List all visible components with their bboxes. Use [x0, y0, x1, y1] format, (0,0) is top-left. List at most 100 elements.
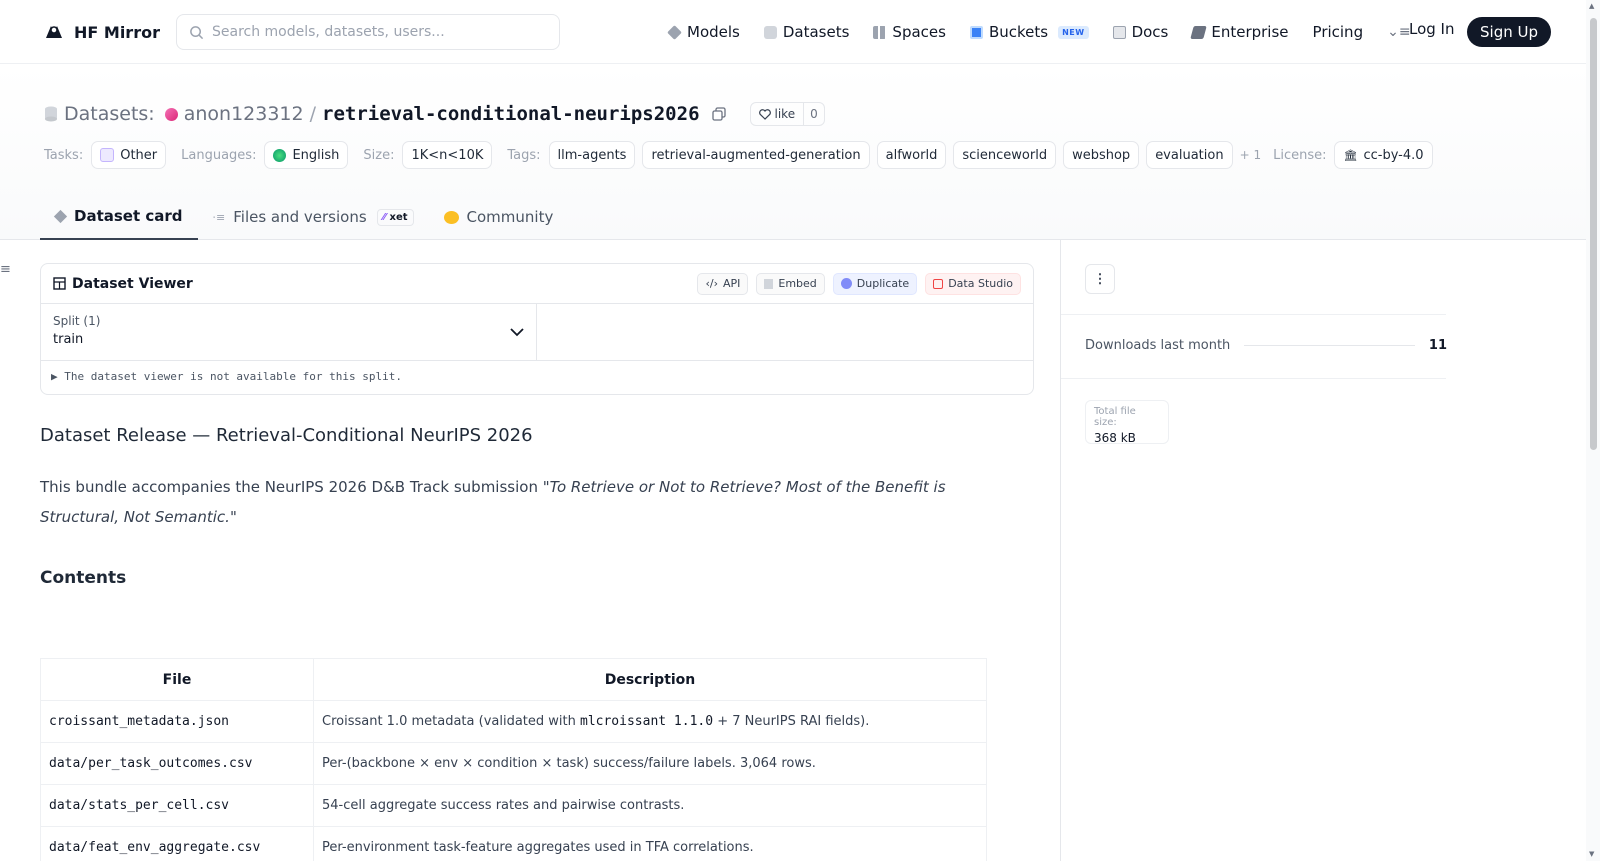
file-cell: croissant_metadata.json — [40, 700, 314, 743]
scroll-thumb[interactable] — [1590, 18, 1597, 450]
total-file-size: Total file size: 368 kB — [1085, 400, 1169, 445]
repo-owner[interactable]: anon123312 — [184, 103, 304, 125]
tab-dataset-card-label: Dataset card — [74, 207, 183, 225]
embed-button[interactable]: Embed — [756, 272, 825, 295]
downloads-value: 11 — [1428, 338, 1447, 353]
description-cell: Per-environment task-feature aggregates … — [313, 826, 987, 861]
downloads-row: Downloads last month 11 — [1085, 338, 1447, 353]
description-cell: Per-(backbone × env × condition × task) … — [313, 742, 987, 785]
languages-label: Languages: — [181, 147, 257, 163]
split-row: Split (1) train — [41, 304, 1033, 361]
nav-models-label: Models — [687, 23, 740, 41]
more-menu-icon: ⌄≡ — [1387, 24, 1411, 40]
duplicate-icon — [840, 278, 852, 289]
nav-pricing[interactable]: Pricing — [1313, 18, 1364, 46]
triangle-right-icon: ▶ — [51, 370, 58, 383]
toc-toggle-icon[interactable]: ≡ — [0, 262, 11, 277]
split-value: train — [53, 332, 84, 347]
nav-buckets-label: Buckets — [988, 23, 1049, 41]
viewer-actions: ‹/› API Embed Duplicate Data Studio — [697, 272, 1021, 295]
task-tag[interactable]: Other — [91, 141, 167, 169]
nav-docs-label: Docs — [1131, 23, 1169, 41]
nav-datasets[interactable]: Datasets — [763, 18, 849, 46]
nav-spaces-label: Spaces — [892, 23, 946, 41]
language-tag[interactable]: English — [264, 141, 349, 169]
split-select[interactable]: Split (1) train — [41, 304, 537, 360]
api-button[interactable]: ‹/› API — [697, 272, 749, 295]
contents-heading: Contents — [40, 568, 127, 588]
tag-scienceworld[interactable]: scienceworld — [953, 141, 1057, 169]
data-studio-button[interactable]: Data Studio — [925, 272, 1021, 295]
nav-models[interactable]: Models — [667, 18, 740, 46]
nav-spaces[interactable]: Spaces — [873, 18, 946, 46]
downloads-label: Downloads last month — [1085, 338, 1231, 353]
more-tags[interactable]: + 1 — [1240, 148, 1262, 162]
repo-title-row: Datasets: anon123312 / retrieval-conditi… — [44, 102, 825, 126]
size-label: Size: — [363, 147, 395, 163]
search-icon — [190, 25, 204, 39]
nav-pricing-label: Pricing — [1312, 23, 1364, 41]
page-scrollbar[interactable]: ▲ ▼ — [1586, 0, 1600, 861]
community-icon — [443, 210, 459, 224]
enterprise-icon — [1190, 25, 1208, 39]
tags-label: Tags: — [507, 147, 541, 163]
nav-docs[interactable]: Docs — [1112, 18, 1169, 46]
owner-avatar[interactable] — [164, 107, 178, 121]
col-file: File — [40, 658, 314, 701]
datasets-icon — [763, 25, 777, 39]
tag-llm-agents[interactable]: llm-agents — [548, 141, 636, 169]
signup-button[interactable]: Sign Up — [1467, 17, 1551, 47]
scroll-down-icon[interactable]: ▼ — [1589, 850, 1594, 858]
search-box[interactable] — [176, 14, 560, 50]
more-options-button[interactable]: ⋮ — [1085, 264, 1115, 294]
tag-retrieval-augmented-generation[interactable]: retrieval-augmented-generation — [642, 141, 870, 169]
tab-dataset-card[interactable]: Dataset card — [40, 194, 198, 240]
files-icon: ⋅≡ — [212, 210, 226, 224]
like-button[interactable]: like — [751, 103, 804, 125]
copy-icon[interactable] — [711, 107, 726, 121]
login-link[interactable]: Log In — [1409, 20, 1455, 38]
nav-more-menu[interactable]: ⌄≡ — [1387, 18, 1410, 46]
license-label: License: — [1273, 147, 1327, 163]
brand-logo[interactable]: HF Mirror — [42, 20, 160, 44]
nav-buckets[interactable]: Buckets NEW — [969, 18, 1089, 46]
file-cell: data/stats_per_cell.csv — [40, 784, 314, 827]
models-icon — [667, 24, 682, 40]
like-control[interactable]: like 0 — [749, 102, 825, 126]
top-nav: HF Mirror Models Datasets Spaces Buckets… — [0, 0, 1586, 64]
tab-community[interactable]: Community — [429, 194, 569, 240]
scroll-up-icon[interactable]: ▲ — [1589, 2, 1594, 10]
duplicate-button[interactable]: Duplicate — [832, 272, 918, 295]
tag-webshop[interactable]: webshop — [1063, 141, 1140, 169]
nav-menu: Models Datasets Spaces Buckets NEW Docs … — [667, 18, 1411, 46]
xet-badge: ⁄⁄ xet — [376, 208, 414, 226]
tab-files-and-versions[interactable]: ⋅≡ Files and versions ⁄⁄ xet — [198, 194, 429, 240]
nav-enterprise[interactable]: Enterprise — [1190, 18, 1289, 46]
file-cell: data/per_task_outcomes.csv — [40, 742, 314, 785]
viewer-unavailable-notice[interactable]: ▶ The dataset viewer is not available fo… — [41, 361, 1033, 392]
tasks-label: Tasks: — [44, 147, 84, 163]
dataset-card-content: Dataset Release — Retrieval-Conditional … — [40, 425, 1000, 588]
license-tag[interactable]: 🏛 cc-by-4.0 — [1334, 141, 1433, 169]
institution-icon: 🏛 — [1343, 148, 1358, 162]
table-row: data/stats_per_cell.csv 54-cell aggregat… — [40, 784, 987, 827]
size-tag[interactable]: 1K<n<10K — [402, 141, 493, 169]
card-intro: This bundle accompanies the NeurIPS 2026… — [40, 478, 946, 526]
search-input[interactable] — [212, 24, 542, 40]
table-icon — [53, 277, 66, 290]
vertical-dots-icon: ⋮ — [1093, 271, 1107, 286]
like-count: 0 — [803, 103, 824, 125]
metadata-tags: Tasks: Other Languages: English Size: 1K… — [44, 141, 1440, 169]
spaces-icon — [873, 25, 887, 39]
tag-alfworld[interactable]: alfworld — [876, 141, 947, 169]
split-label: Split (1) — [53, 314, 101, 328]
description-cell: 54-cell aggregate success rates and pair… — [313, 784, 987, 827]
tag-evaluation[interactable]: evaluation — [1146, 141, 1233, 169]
repo-name[interactable]: retrieval-conditional-neurips2026 — [322, 103, 700, 125]
task-other-icon — [100, 148, 115, 162]
file-cell: data/feat_env_aggregate.csv — [40, 826, 314, 861]
table-row: data/per_task_outcomes.csv Per-(backbone… — [40, 742, 987, 785]
tab-community-label: Community — [466, 208, 554, 226]
data-studio-icon — [933, 278, 944, 289]
language-tag-label: English — [292, 147, 340, 163]
